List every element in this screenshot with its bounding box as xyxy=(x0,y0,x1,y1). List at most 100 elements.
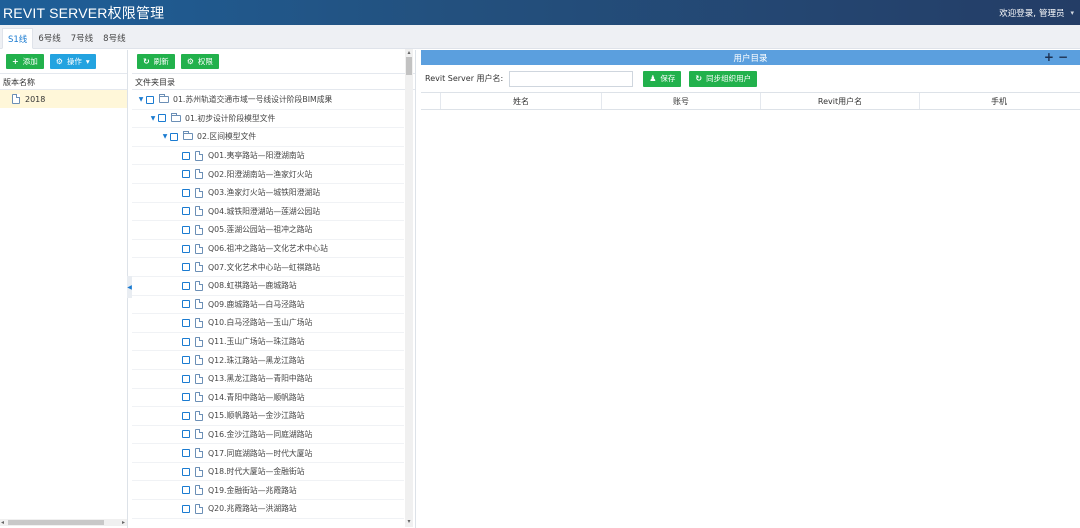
add-button-label: 添加 xyxy=(22,57,38,66)
user-panel: 用户目录 +− Revit Server 用户名: ♟ 保存 ↻ 同步组织用户 … xyxy=(421,50,1080,528)
tab-line-6[interactable]: 6号线 xyxy=(33,27,65,48)
scroll-left-icon[interactable]: ◂ xyxy=(1,519,4,526)
tree-file-node[interactable]: Q12.珠江路站—黑龙江路站 xyxy=(132,351,404,370)
refresh-icon: ↻ xyxy=(143,57,150,66)
username-label: Revit Server 用户名: xyxy=(425,74,504,83)
file-icon xyxy=(195,410,203,421)
checkbox[interactable] xyxy=(182,207,190,216)
scroll-up-icon[interactable]: ▴ xyxy=(405,49,413,56)
tree-file-node[interactable]: Q08.虹祺路站—鹿城路站 xyxy=(132,277,404,296)
tree-node-label: Q05.莲湖公园站—祖冲之路站 xyxy=(208,225,313,235)
tree-node-label: Q14.青阳中路站—顺帆路站 xyxy=(208,392,305,402)
tree-folder-node[interactable]: ▼ 01.初步设计阶段模型文件 xyxy=(132,110,404,129)
folder-toolbar: ↻ 刷新 ⚙ 权限 xyxy=(132,50,415,73)
tab-s1[interactable]: S1线 xyxy=(2,28,34,49)
tree-file-node[interactable]: Q15.顺帆路站—金沙江路站 xyxy=(132,407,404,426)
checkbox[interactable] xyxy=(182,318,190,327)
checkbox[interactable] xyxy=(182,337,190,346)
app-title: REVIT SERVER权限管理 xyxy=(3,4,165,21)
file-icon xyxy=(195,485,203,496)
tree-vertical-scrollbar[interactable]: ▴ ▾ xyxy=(405,49,413,527)
checkbox[interactable] xyxy=(182,374,190,383)
tree-file-node[interactable]: Q20.兆霞路站—洪湖路站 xyxy=(132,500,404,519)
save-button[interactable]: ♟ 保存 xyxy=(643,70,682,87)
checkbox[interactable] xyxy=(182,225,190,234)
checkbox[interactable] xyxy=(182,281,190,290)
collapse-icon[interactable]: − xyxy=(1058,50,1072,64)
sync-users-button[interactable]: ↻ 同步组织用户 xyxy=(689,70,758,87)
tree-node-label: Q18.时代大厦站—金融街站 xyxy=(208,467,305,477)
file-icon xyxy=(195,280,203,291)
tree-file-node[interactable]: Q14.青阳中路站—顺帆路站 xyxy=(132,389,404,408)
scroll-right-icon[interactable]: ▸ xyxy=(122,519,125,526)
file-icon xyxy=(195,448,203,459)
tree-file-node[interactable]: Q16.金沙江路站—同庭湖路站 xyxy=(132,426,404,445)
checkbox[interactable] xyxy=(182,486,190,495)
checkbox[interactable] xyxy=(170,132,178,141)
version-item[interactable]: 2018 xyxy=(0,90,127,108)
checkbox[interactable] xyxy=(182,300,190,309)
tree-file-node[interactable]: Q17.同庭湖路站—时代大厦站 xyxy=(132,444,404,463)
checkbox[interactable] xyxy=(146,95,154,104)
tree-file-node[interactable]: Q01.夷亭路站—阳澄湖南站 xyxy=(132,147,404,166)
tree-file-node[interactable]: Q02.阳澄湖南站—渔家灯火站 xyxy=(132,165,404,184)
user-name: 管理员 xyxy=(1038,8,1065,19)
horizontal-scrollbar[interactable]: ◂ ▸ xyxy=(0,519,127,526)
tree-file-node[interactable]: Q18.时代大厦站—金融街站 xyxy=(132,463,404,482)
expand-arrow-icon[interactable]: ▼ xyxy=(136,96,146,103)
tree-file-node[interactable]: Q06.祖冲之路站—文化艺术中心站 xyxy=(132,240,404,259)
expand-icon[interactable]: + xyxy=(1044,50,1058,64)
user-icon: ♟ xyxy=(649,74,657,83)
tree-file-node[interactable]: Q03.渔家灯火站—城铁阳澄湖站 xyxy=(132,184,404,203)
tree-file-node[interactable]: Q05.莲湖公园站—祖冲之路站 xyxy=(132,221,404,240)
permission-button[interactable]: ⚙ 权限 xyxy=(180,54,219,69)
tree-file-node[interactable]: Q11.玉山广场站—珠江路站 xyxy=(132,333,404,352)
line-tabs: S1线 6号线 7号线 8号线 xyxy=(0,25,1080,49)
checkbox[interactable] xyxy=(182,411,190,420)
column-revit-username[interactable]: Revit用户名 xyxy=(761,93,920,109)
checkbox[interactable] xyxy=(182,449,190,458)
refresh-icon: ↻ xyxy=(695,74,703,83)
tree-file-node[interactable]: Q07.文化艺术中心站—虹祺路站 xyxy=(132,258,404,277)
tab-line-7[interactable]: 7号线 xyxy=(66,27,98,48)
checkbox[interactable] xyxy=(182,356,190,365)
checkbox[interactable] xyxy=(182,170,190,179)
user-menu[interactable]: 欢迎登录, 管理员 ▾ xyxy=(999,7,1074,19)
checkbox[interactable] xyxy=(182,263,190,272)
checkbox[interactable] xyxy=(182,188,190,197)
column-account[interactable]: 账号 xyxy=(602,93,761,109)
tree-folder-node[interactable]: ▼ 02.区间模型文件 xyxy=(132,128,404,147)
column-name[interactable]: 姓名 xyxy=(441,93,602,109)
tree-file-node[interactable]: Q10.白马泾路站—玉山广场站 xyxy=(132,314,404,333)
tree-folder-node[interactable]: ▼ 01.苏州轨道交通市域一号线设计阶段BIM成果 xyxy=(132,91,404,110)
scrollbar-thumb[interactable] xyxy=(406,57,412,75)
expand-arrow-icon[interactable]: ▼ xyxy=(148,115,158,122)
scrollbar-thumb[interactable] xyxy=(8,520,104,525)
tree-file-node[interactable]: Q13.黑龙江路站—青阳中路站 xyxy=(132,370,404,389)
checkbox[interactable] xyxy=(158,114,166,123)
expand-arrow-icon[interactable]: ▼ xyxy=(160,133,170,140)
tab-line-8[interactable]: 8号线 xyxy=(98,27,130,48)
checkbox[interactable] xyxy=(182,504,190,513)
tree-file-node[interactable]: Q09.鹿城路站—白马泾路站 xyxy=(132,296,404,315)
tree-node-label: Q07.文化艺术中心站—虹祺路站 xyxy=(208,262,321,272)
column-phone[interactable]: 手机 xyxy=(920,93,1078,109)
tree-file-node[interactable]: Q04.城铁阳澄湖站—莲湖公园站 xyxy=(132,203,404,222)
checkbox[interactable] xyxy=(182,430,190,439)
checkbox[interactable] xyxy=(182,393,190,402)
tree-file-node[interactable]: Q19.金融街站—兆霞路站 xyxy=(132,481,404,501)
operate-dropdown-button[interactable]: ⚙ 操作 ▾ xyxy=(49,54,96,69)
tree-node-label: 01.苏州轨道交通市域一号线设计阶段BIM成果 xyxy=(173,95,333,105)
tree-node-label: Q10.白马泾路站—玉山广场站 xyxy=(208,318,313,328)
file-icon xyxy=(195,355,203,366)
checkbox[interactable] xyxy=(182,244,190,253)
checkbox[interactable] xyxy=(182,467,190,476)
scroll-down-icon[interactable]: ▾ xyxy=(405,518,413,525)
file-icon xyxy=(195,299,203,310)
refresh-button[interactable]: ↻ 刷新 xyxy=(137,54,175,69)
tree-node-label: Q13.黑龙江路站—青阳中路站 xyxy=(208,374,313,384)
panel-tools: +− xyxy=(1044,50,1072,64)
add-button[interactable]: + 添加 xyxy=(6,54,44,69)
username-input[interactable] xyxy=(509,70,634,87)
checkbox[interactable] xyxy=(182,151,190,160)
